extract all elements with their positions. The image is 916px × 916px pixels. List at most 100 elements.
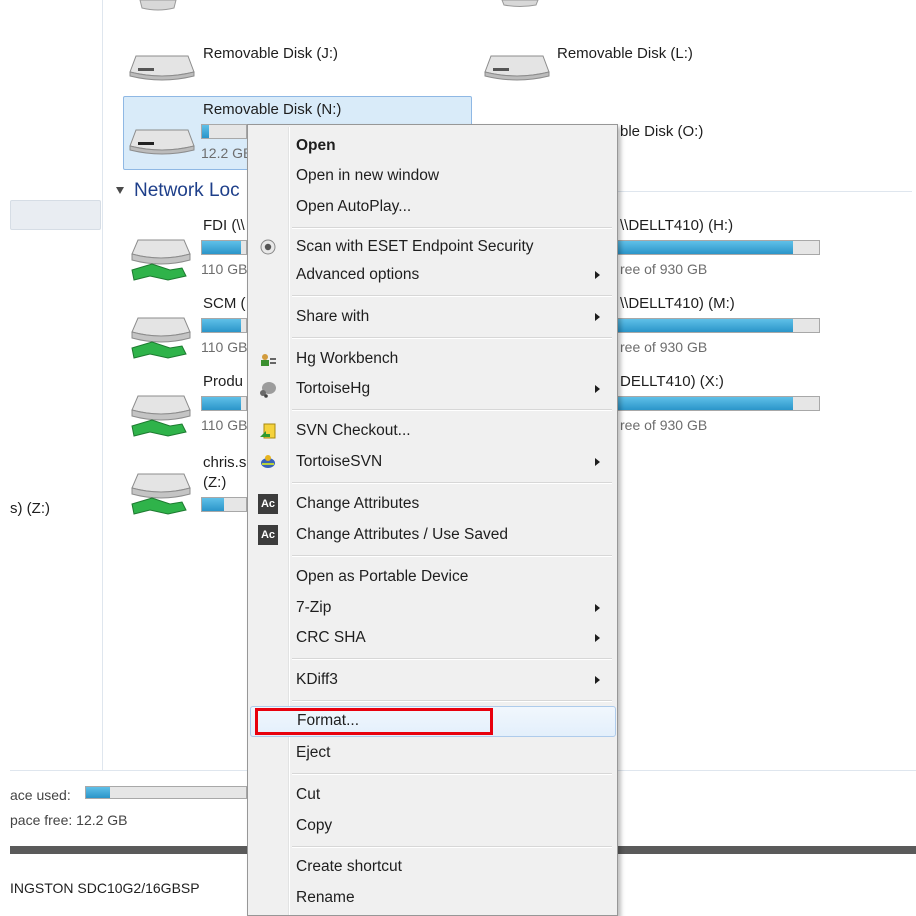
change-attributes-saved-icon: Ac	[258, 525, 278, 545]
capacity-fill	[202, 241, 241, 254]
group-title: Network Loc	[134, 180, 240, 201]
network-drive-label[interactable]: FDI (\\	[203, 217, 245, 234]
capacity-bar	[201, 396, 247, 411]
menu-item-label: Create shortcut	[296, 858, 402, 875]
menu-item-hg-workbench[interactable]: Hg Workbench	[250, 344, 614, 374]
drive-label: Removable Disk (N:)	[203, 101, 342, 118]
menu-item-tortoisehg[interactable]: TortoiseHg	[250, 374, 614, 404]
menu-item-label: Open	[296, 137, 336, 154]
submenu-arrow-icon	[595, 313, 600, 321]
nav-selected-item[interactable]	[10, 200, 101, 230]
submenu-arrow-icon	[595, 634, 600, 642]
drive-icon-partial	[139, 0, 177, 11]
menu-item-label: Open as Portable Device	[296, 568, 469, 585]
menu-item-open-new-window[interactable]: Open in new window	[250, 161, 614, 191]
menu-separator	[292, 700, 612, 702]
menu-item-crc-sha[interactable]: CRC SHA	[250, 623, 614, 653]
menu-item-label: Scan with ESET Endpoint Security	[296, 238, 534, 255]
menu-item-change-attributes-saved[interactable]: Ac Change Attributes / Use Saved	[250, 520, 614, 550]
network-drive-label-line2: (Z:)	[203, 474, 227, 491]
menu-item-eject[interactable]: Eject	[250, 738, 614, 768]
network-drive-size: 110 GB	[201, 261, 248, 277]
capacity-bar	[201, 318, 247, 333]
menu-item-label: Advanced options	[296, 266, 420, 283]
capacity-bar	[201, 124, 247, 139]
menu-separator	[292, 658, 612, 660]
eset-scan-icon	[260, 239, 276, 255]
highlight-annotation-box	[255, 708, 493, 735]
menu-separator	[292, 773, 612, 775]
capacity-bar	[201, 497, 247, 512]
removable-disk-icon	[129, 55, 195, 81]
menu-separator	[292, 846, 612, 848]
submenu-arrow-icon	[595, 604, 600, 612]
network-drive-icon	[131, 317, 191, 359]
capacity-fill	[202, 498, 224, 511]
navigation-pane	[10, 0, 103, 770]
menu-item-label: Copy	[296, 817, 333, 834]
menu-item-label: Eject	[296, 744, 331, 761]
menu-item-7zip[interactable]: 7-Zip	[250, 593, 614, 623]
network-drive-icon	[131, 239, 191, 281]
submenu-arrow-icon	[595, 271, 600, 279]
capacity-fill	[202, 125, 209, 138]
drive-label: Removable Disk (J:)	[203, 45, 339, 62]
capacity-fill	[603, 241, 794, 254]
collapse-triangle-icon[interactable]	[116, 187, 124, 194]
capacity-fill	[603, 397, 794, 410]
menu-item-open-autoplay[interactable]: Open AutoPlay...	[250, 192, 614, 222]
network-drive-label[interactable]: SCM (	[203, 295, 246, 312]
submenu-arrow-icon	[595, 676, 600, 684]
tortoisehg-icon	[260, 382, 276, 398]
menu-item-open-portable-device[interactable]: Open as Portable Device	[250, 562, 614, 592]
network-drive-label[interactable]: \\DELLT410) (M:)	[620, 295, 735, 312]
menu-item-change-attributes[interactable]: Ac Change Attributes	[250, 489, 614, 519]
network-drive-size: ree of 930 GB	[620, 417, 708, 433]
network-drive-label[interactable]: DELLT410) (X:)	[620, 373, 724, 390]
menu-item-tortoisesvn[interactable]: TortoiseSVN	[250, 447, 614, 477]
capacity-fill	[202, 319, 241, 332]
submenu-arrow-icon	[595, 385, 600, 393]
space-used-label: ace used:	[10, 787, 71, 803]
network-drive-label[interactable]: Produ	[203, 373, 243, 390]
submenu-arrow-icon	[595, 458, 600, 466]
menu-separator	[292, 295, 612, 297]
network-drive-size: ree of 930 GB	[620, 339, 708, 355]
menu-item-cut[interactable]: Cut	[250, 780, 614, 810]
menu-item-scan-eset[interactable]: Scan with ESET Endpoint Security	[250, 232, 614, 262]
menu-item-label: CRC SHA	[296, 629, 366, 646]
capacity-fill	[202, 397, 241, 410]
drive-label-o[interactable]: ble Disk (O:)	[620, 123, 703, 140]
menu-item-share-with[interactable]: Share with	[250, 302, 614, 332]
menu-item-label: TortoiseSVN	[296, 453, 383, 470]
menu-item-kdiff3[interactable]: KDiff3	[250, 665, 614, 695]
capacity-bar	[602, 240, 820, 255]
menu-item-copy[interactable]: Copy	[250, 811, 614, 841]
space-used-bar	[85, 786, 247, 799]
menu-item-label: Share with	[296, 308, 370, 325]
tortoisesvn-icon	[261, 455, 275, 468]
menu-item-label: 7-Zip	[296, 599, 332, 616]
network-drive-size: 110 GB	[201, 339, 248, 355]
menu-item-rename[interactable]: Rename	[250, 883, 614, 913]
menu-item-label: Open in new window	[296, 167, 440, 184]
space-free-label: pace free: 12.2 GB	[10, 812, 128, 828]
hg-workbench-icon	[261, 354, 276, 366]
menu-separator	[292, 227, 612, 229]
svn-checkout-icon	[260, 423, 276, 439]
menu-item-label: Change Attributes	[296, 495, 420, 512]
context-menu: Open Open in new window Open AutoPlay...…	[247, 124, 618, 916]
network-drive-size: ree of 930 GB	[620, 261, 708, 277]
network-drive-label[interactable]: chris.s	[203, 454, 246, 471]
menu-item-create-shortcut[interactable]: Create shortcut	[250, 852, 614, 882]
menu-item-label: Open AutoPlay...	[296, 198, 412, 215]
menu-item-label: Change Attributes / Use Saved	[296, 526, 508, 543]
nav-item-z-drive[interactable]: s) (Z:)	[10, 500, 50, 517]
menu-item-open[interactable]: Open	[250, 131, 614, 161]
menu-item-svn-checkout[interactable]: SVN Checkout...	[250, 416, 614, 446]
network-drive-label[interactable]: \\DELLT410) (H:)	[620, 217, 733, 234]
network-drive-icon	[131, 395, 191, 437]
menu-item-advanced-options[interactable]: Advanced options	[250, 260, 614, 290]
menu-item-label: TortoiseHg	[296, 380, 371, 397]
menu-separator	[292, 555, 612, 557]
